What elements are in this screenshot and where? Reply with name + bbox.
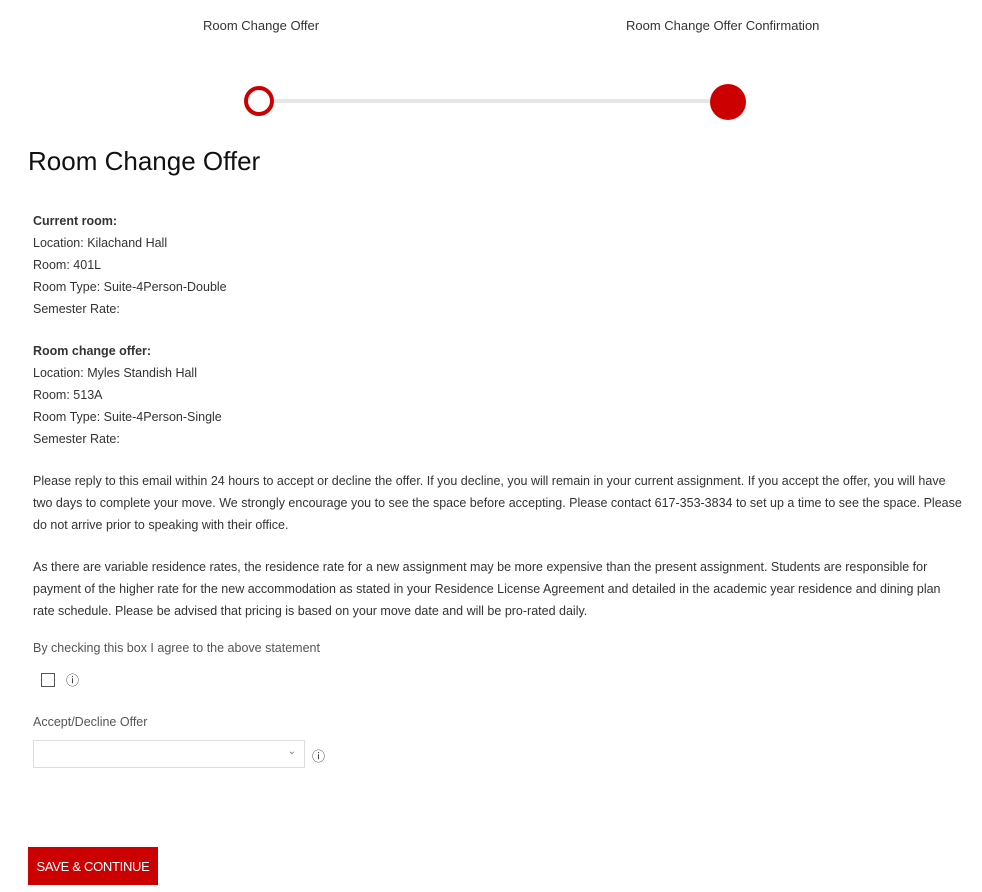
current-room: Room: 401L — [33, 258, 102, 272]
save-continue-button[interactable]: SAVE & CONTINUE — [28, 847, 158, 885]
accept-decline-select[interactable]: ⌄ — [33, 740, 305, 768]
offer-location: Location: Myles Standish Hall — [33, 366, 197, 380]
agree-checkbox[interactable] — [41, 673, 55, 687]
step-label-offer: Room Change Offer — [203, 18, 320, 33]
step-label-confirmation: Room Change Offer Confirmation — [626, 18, 820, 33]
offer-details: Current room: Location: Kilachand Hall R… — [33, 210, 963, 642]
offer-room-type: Room Type: Suite-4Person-Single — [33, 410, 222, 424]
current-room-heading: Current room: — [33, 214, 118, 228]
agree-label: By checking this box I agree to the abov… — [33, 641, 320, 655]
rates-paragraph: As there are variable residence rates, t… — [33, 560, 941, 618]
instructions-paragraph: Please reply to this email within 24 hou… — [33, 474, 962, 532]
current-rate: Semester Rate: — [33, 302, 120, 316]
chevron-down-icon: ⌄ — [287, 746, 296, 757]
offer-room: Room: 513A — [33, 388, 103, 402]
offer-rate: Semester Rate: — [33, 432, 120, 446]
page-title: Room Change Offer — [28, 146, 261, 176]
current-location: Location: Kilachand Hall — [33, 236, 168, 250]
step-2-indicator — [710, 84, 746, 120]
step-1-indicator — [244, 86, 274, 116]
stepper-track — [262, 99, 728, 103]
accept-decline-label: Accept/Decline Offer — [33, 715, 148, 729]
info-icon[interactable]: ⓘ — [66, 670, 79, 689]
offer-heading: Room change offer: — [33, 344, 152, 358]
current-room-type: Room Type: Suite-4Person-Double — [33, 280, 227, 294]
info-icon[interactable]: ⓘ — [312, 746, 325, 765]
